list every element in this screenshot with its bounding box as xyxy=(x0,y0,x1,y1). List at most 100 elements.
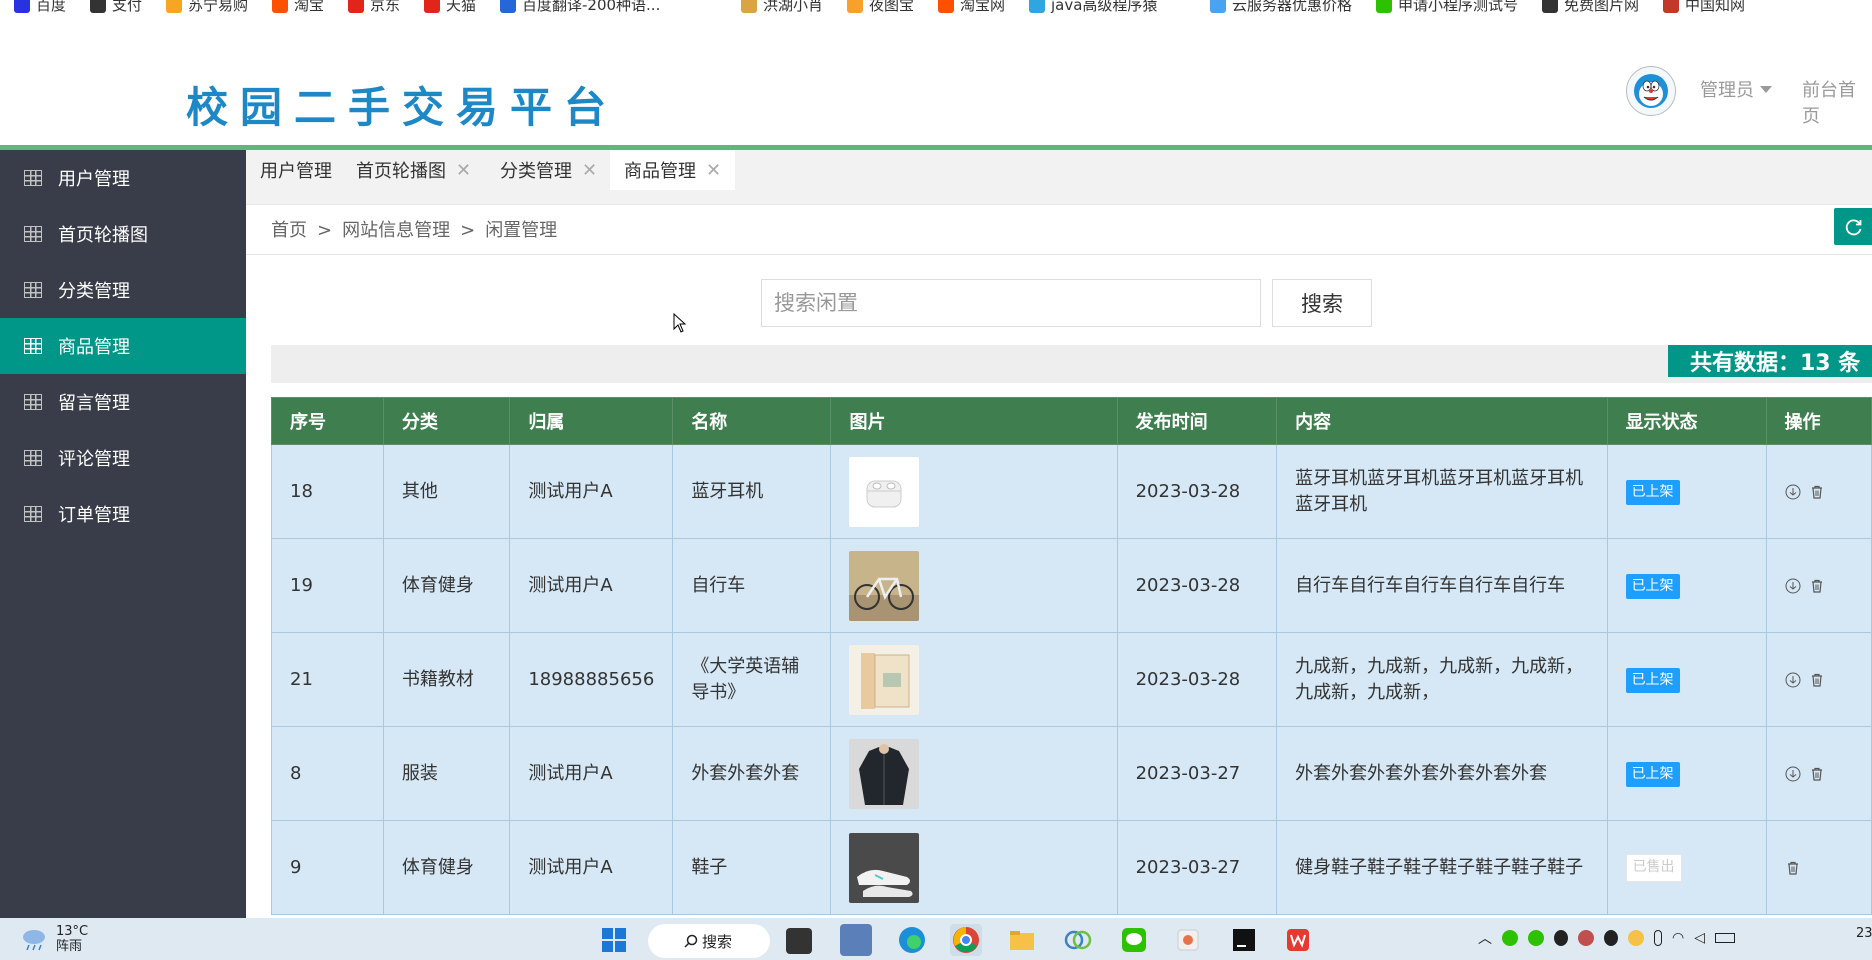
total-count-badge: 共有数据：13 条 xyxy=(1668,345,1872,377)
trash-icon[interactable] xyxy=(1809,672,1825,688)
tab-categories[interactable]: 分类管理 ✕ xyxy=(486,150,611,190)
cell-actions xyxy=(1765,820,1872,915)
sidebar-item-categories[interactable]: 分类管理 xyxy=(0,262,246,318)
battery-icon[interactable] xyxy=(1715,933,1735,943)
bookmark-item[interactable]: 淘宝 xyxy=(272,0,324,14)
sidebar-item-messages[interactable]: 留言管理 xyxy=(0,374,246,430)
sidebar-item-label: 订单管理 xyxy=(58,505,130,526)
cell-id: 21 xyxy=(271,632,384,727)
taskbar-app-icon[interactable] xyxy=(1172,924,1204,956)
product-image-bicycle[interactable] xyxy=(849,550,920,621)
qq-tray-icon[interactable] xyxy=(1554,930,1568,946)
avatar[interactable] xyxy=(1626,66,1676,116)
bookmark-item[interactable]: 百度 xyxy=(14,0,66,14)
site-logo[interactable]: 校园二手交易平台 xyxy=(186,74,618,135)
bookmark-item[interactable]: 申请小程序测试号 xyxy=(1376,0,1518,14)
start-button[interactable] xyxy=(598,924,630,956)
tab-banners[interactable]: 首页轮播图 ✕ xyxy=(342,150,485,190)
trash-icon[interactable] xyxy=(1809,484,1825,500)
weather-widget[interactable]: 13°C 阵雨 xyxy=(20,924,88,954)
qq-tray-icon[interactable] xyxy=(1604,930,1618,946)
edge-browser-icon[interactable] xyxy=(896,924,928,956)
volume-icon[interactable]: ◁ xyxy=(1694,930,1705,946)
bookmark-item[interactable]: 免费图片网 xyxy=(1542,0,1639,14)
tray-app-icon[interactable] xyxy=(1578,930,1594,946)
product-image-book[interactable] xyxy=(849,644,920,715)
taskbar-search[interactable]: 搜索 xyxy=(648,924,770,958)
sidebar-item-label: 用户管理 xyxy=(58,169,130,190)
wechat-tray-icon[interactable] xyxy=(1528,930,1544,946)
cell-owner: 18988885656 xyxy=(509,632,674,727)
wps-icon[interactable] xyxy=(1282,924,1314,956)
taskbar-app-icon[interactable] xyxy=(840,924,872,956)
bookmark-item[interactable]: 洪湖小肖 xyxy=(741,0,823,14)
breadcrumb-home[interactable]: 首页 xyxy=(271,220,307,241)
sidebar-item-banners[interactable]: 首页轮播图 xyxy=(0,206,246,262)
close-icon[interactable]: ✕ xyxy=(582,160,597,181)
mouse-cursor-icon xyxy=(673,313,687,333)
product-image-jacket[interactable] xyxy=(849,738,920,809)
sidebar-item-comments[interactable]: 评论管理 xyxy=(0,430,246,486)
clock[interactable]: 23 xyxy=(1856,926,1872,942)
bookmark-item[interactable]: java高级程序猿 xyxy=(1029,0,1157,14)
tab-users[interactable]: 用户管理 xyxy=(246,150,346,190)
trash-icon[interactable] xyxy=(1809,766,1825,782)
tab-products[interactable]: 商品管理 ✕ xyxy=(610,150,736,190)
refresh-button[interactable] xyxy=(1834,208,1872,245)
sidebar-item-label: 商品管理 xyxy=(58,337,130,358)
search-icon xyxy=(684,934,698,948)
bookmark-favicon-icon xyxy=(90,0,106,13)
bookmark-item[interactable]: 苏宁易购 xyxy=(166,0,248,14)
download-icon[interactable] xyxy=(1785,766,1801,782)
cell-name: 《大学英语辅导书》 xyxy=(672,632,832,727)
tray-app-icon[interactable] xyxy=(1628,930,1644,946)
bookmark-item[interactable]: 天猫 xyxy=(424,0,476,14)
cell-date: 2023-03-28 xyxy=(1116,444,1278,539)
cell-date: 2023-03-28 xyxy=(1116,632,1278,727)
file-explorer-icon[interactable] xyxy=(1006,924,1038,956)
bookmark-item[interactable]: 中国知网 xyxy=(1663,0,1745,14)
search-button[interactable]: 搜索 xyxy=(1272,279,1372,327)
sidebar-item-orders[interactable]: 订单管理 xyxy=(0,486,246,542)
wifi-icon[interactable]: ◠ xyxy=(1672,930,1684,946)
close-icon[interactable]: ✕ xyxy=(456,160,471,181)
bookmark-item[interactable]: 云服务器优惠价格 xyxy=(1210,0,1352,14)
download-icon[interactable] xyxy=(1785,578,1801,594)
search-input[interactable] xyxy=(761,279,1261,327)
table-row: 8 服装 测试用户A 外套外套外套 2023-03-27 外套外套外套外套外套外… xyxy=(271,726,1872,821)
bookmark-favicon-icon xyxy=(1210,0,1226,13)
chrome-browser-icon[interactable] xyxy=(950,924,982,956)
sidebar-item-users[interactable]: 用户管理 xyxy=(0,150,246,206)
bookmark-favicon-icon xyxy=(1663,0,1679,13)
download-icon[interactable] xyxy=(1785,672,1801,688)
cell-content: 蓝牙耳机蓝牙耳机蓝牙耳机蓝牙耳机蓝牙耳机 xyxy=(1276,444,1608,539)
wechat-tray-icon[interactable] xyxy=(1502,930,1518,946)
taskbar-app-icon[interactable] xyxy=(786,928,812,954)
temperature-text: 13°C xyxy=(56,924,89,939)
download-icon[interactable] xyxy=(1785,484,1801,500)
bookmark-item[interactable]: 支付 xyxy=(90,0,142,14)
cell-status: 已上架 xyxy=(1606,632,1767,727)
bookmark-item[interactable]: 夜图宝 xyxy=(847,0,914,14)
front-home-link[interactable]: 前台首页 xyxy=(1802,76,1872,128)
cell-content: 外套外套外套外套外套外套外套 xyxy=(1276,726,1608,821)
sidebar: 用户管理 首页轮播图 分类管理 商品管理 留言管理 评论管理 订单管理 xyxy=(0,150,246,918)
trash-icon[interactable] xyxy=(1809,578,1825,594)
intellij-icon[interactable] xyxy=(1228,924,1260,956)
sidebar-item-products[interactable]: 商品管理 xyxy=(0,318,246,374)
bookmark-item[interactable]: 淘宝网 xyxy=(938,0,1005,14)
chevron-up-icon[interactable]: ︿ xyxy=(1478,928,1492,948)
bookmark-item[interactable]: 京东 xyxy=(348,0,400,14)
bookmark-item[interactable]: 百度翻译-200种语... xyxy=(500,0,660,14)
breadcrumb-site-info[interactable]: 网站信息管理 xyxy=(342,220,450,241)
product-image-earbuds[interactable] xyxy=(849,456,920,527)
admin-menu[interactable]: 管理员 xyxy=(1700,76,1772,102)
bookmark-favicon-icon xyxy=(424,0,440,13)
microphone-icon[interactable] xyxy=(1654,930,1662,946)
wechat-icon[interactable] xyxy=(1118,924,1150,956)
trash-icon[interactable] xyxy=(1785,860,1801,876)
cell-status: 已上架 xyxy=(1606,444,1767,539)
product-image-sneakers[interactable] xyxy=(849,832,920,903)
close-icon[interactable]: ✕ xyxy=(706,160,721,181)
taskbar-app-icon[interactable] xyxy=(1062,924,1094,956)
